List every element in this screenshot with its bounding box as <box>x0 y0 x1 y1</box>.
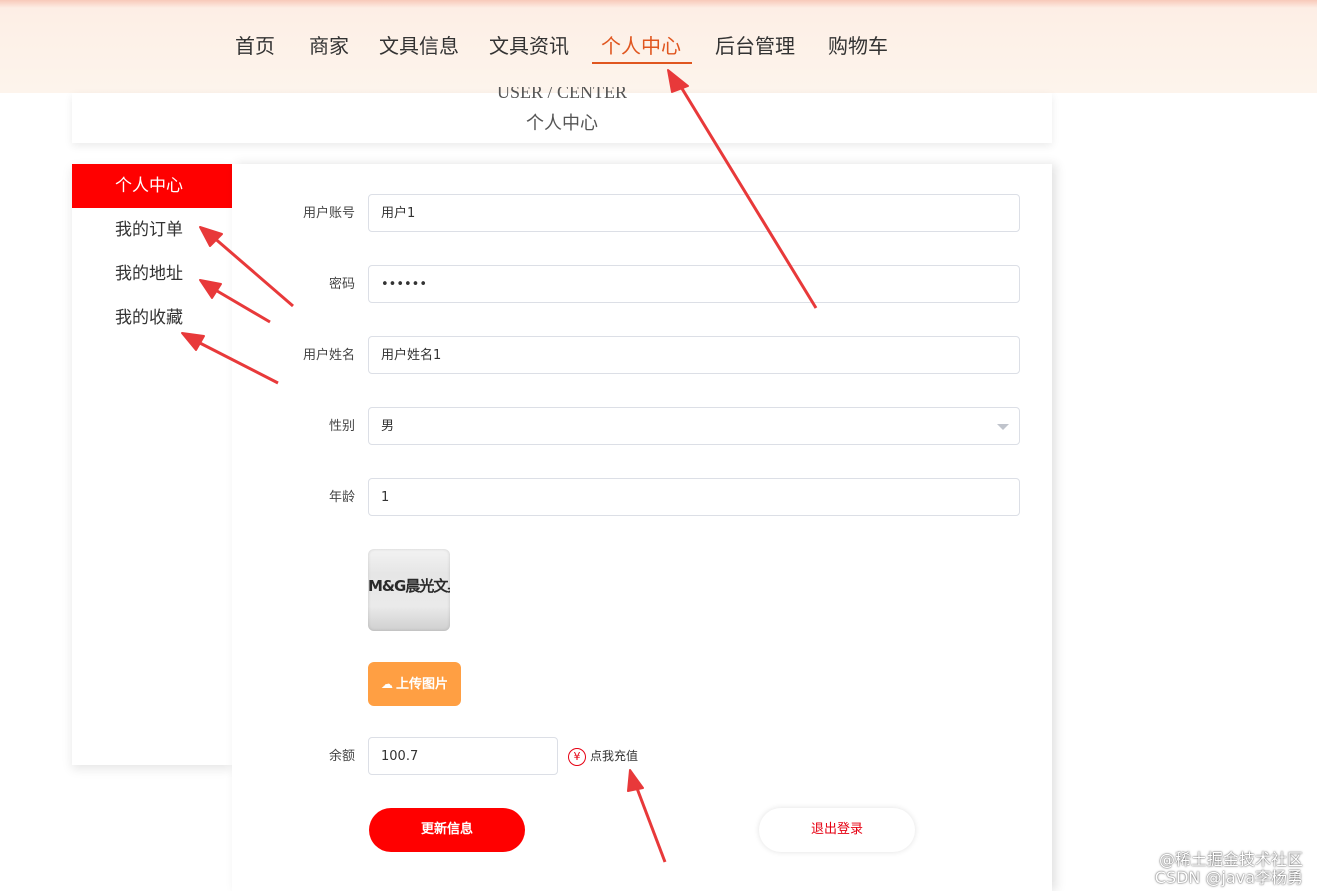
balance-input[interactable]: 100.7 <box>368 737 558 775</box>
name-input[interactable]: 用户姓名1 <box>368 336 1020 374</box>
account-input[interactable]: 用户1 <box>368 194 1020 232</box>
upload-image-label: 上传图片 <box>395 677 448 692</box>
name-label: 用户姓名 <box>302 348 355 363</box>
nav-user-center[interactable]: 个人中心 <box>601 32 681 60</box>
nav-home[interactable]: 首页 <box>235 32 275 60</box>
page-title-box: USER / CENTER 个人中心 <box>72 87 1052 143</box>
update-info-button[interactable]: 更新信息 <box>369 808 525 852</box>
nav-admin[interactable]: 后台管理 <box>715 32 795 60</box>
nav-cart[interactable]: 购物车 <box>828 32 888 60</box>
password-input[interactable]: •••••• <box>368 265 1020 303</box>
avatar-logo-text: M&G晨光文具 <box>368 577 450 595</box>
sidebar-item-label: 个人中心 <box>115 176 183 196</box>
balance-label: 余额 <box>328 749 355 764</box>
sidebar-item-orders[interactable]: 我的订单 <box>72 208 232 252</box>
sidebar-item-favorites[interactable]: 我的收藏 <box>72 296 232 340</box>
avatar: M&G晨光文具 <box>368 549 450 631</box>
main-nav: 首页 商家 文具信息 文具资讯 个人中心 后台管理 购物车 <box>0 0 1317 93</box>
sidebar-item-label: 我的订单 <box>115 220 183 240</box>
age-input[interactable]: 1 <box>368 478 1020 516</box>
gender-label: 性别 <box>328 419 355 434</box>
recharge-link[interactable]: ¥ 点我充值 <box>568 745 638 767</box>
gender-select-value: 男 <box>381 419 395 434</box>
gender-select[interactable]: 男 <box>368 407 1020 445</box>
sidebar-item-addresses[interactable]: 我的地址 <box>72 252 232 296</box>
sidebar-item-label: 我的收藏 <box>115 308 183 328</box>
logout-button[interactable]: 退出登录 <box>759 808 915 852</box>
nav-stationery-info[interactable]: 文具信息 <box>379 32 459 60</box>
password-label: 密码 <box>328 277 355 292</box>
age-label: 年龄 <box>328 490 355 505</box>
watermark-line-2: CSDN @java李杨勇 <box>1154 868 1303 887</box>
cloud-upload-icon: ☁ <box>380 677 393 691</box>
page-title-en: USER / CENTER <box>72 87 1052 101</box>
yen-circle-icon: ¥ <box>568 747 586 766</box>
page-title-en-text: USER / CENTER <box>496 87 627 101</box>
recharge-label: 点我充值 <box>590 749 639 763</box>
sidebar-item-user-center[interactable]: 个人中心 <box>72 164 232 208</box>
upload-image-button[interactable]: ☁ 上传图片 <box>368 662 461 706</box>
sidebar: 个人中心 我的订单 我的地址 我的收藏 <box>72 164 232 765</box>
nav-merchants[interactable]: 商家 <box>309 32 349 60</box>
sidebar-item-label: 我的地址 <box>115 264 183 284</box>
page-title: 个人中心 <box>526 113 598 134</box>
nav-stationery-news[interactable]: 文具资讯 <box>489 32 569 60</box>
account-label: 用户账号 <box>302 206 355 221</box>
nav-active-underline <box>592 62 692 64</box>
chevron-down-icon <box>997 424 1009 430</box>
profile-form-panel: 用户账号 用户1 密码 •••••• 用户姓名 用户姓名1 性别 男 年龄 1 … <box>232 164 1052 891</box>
